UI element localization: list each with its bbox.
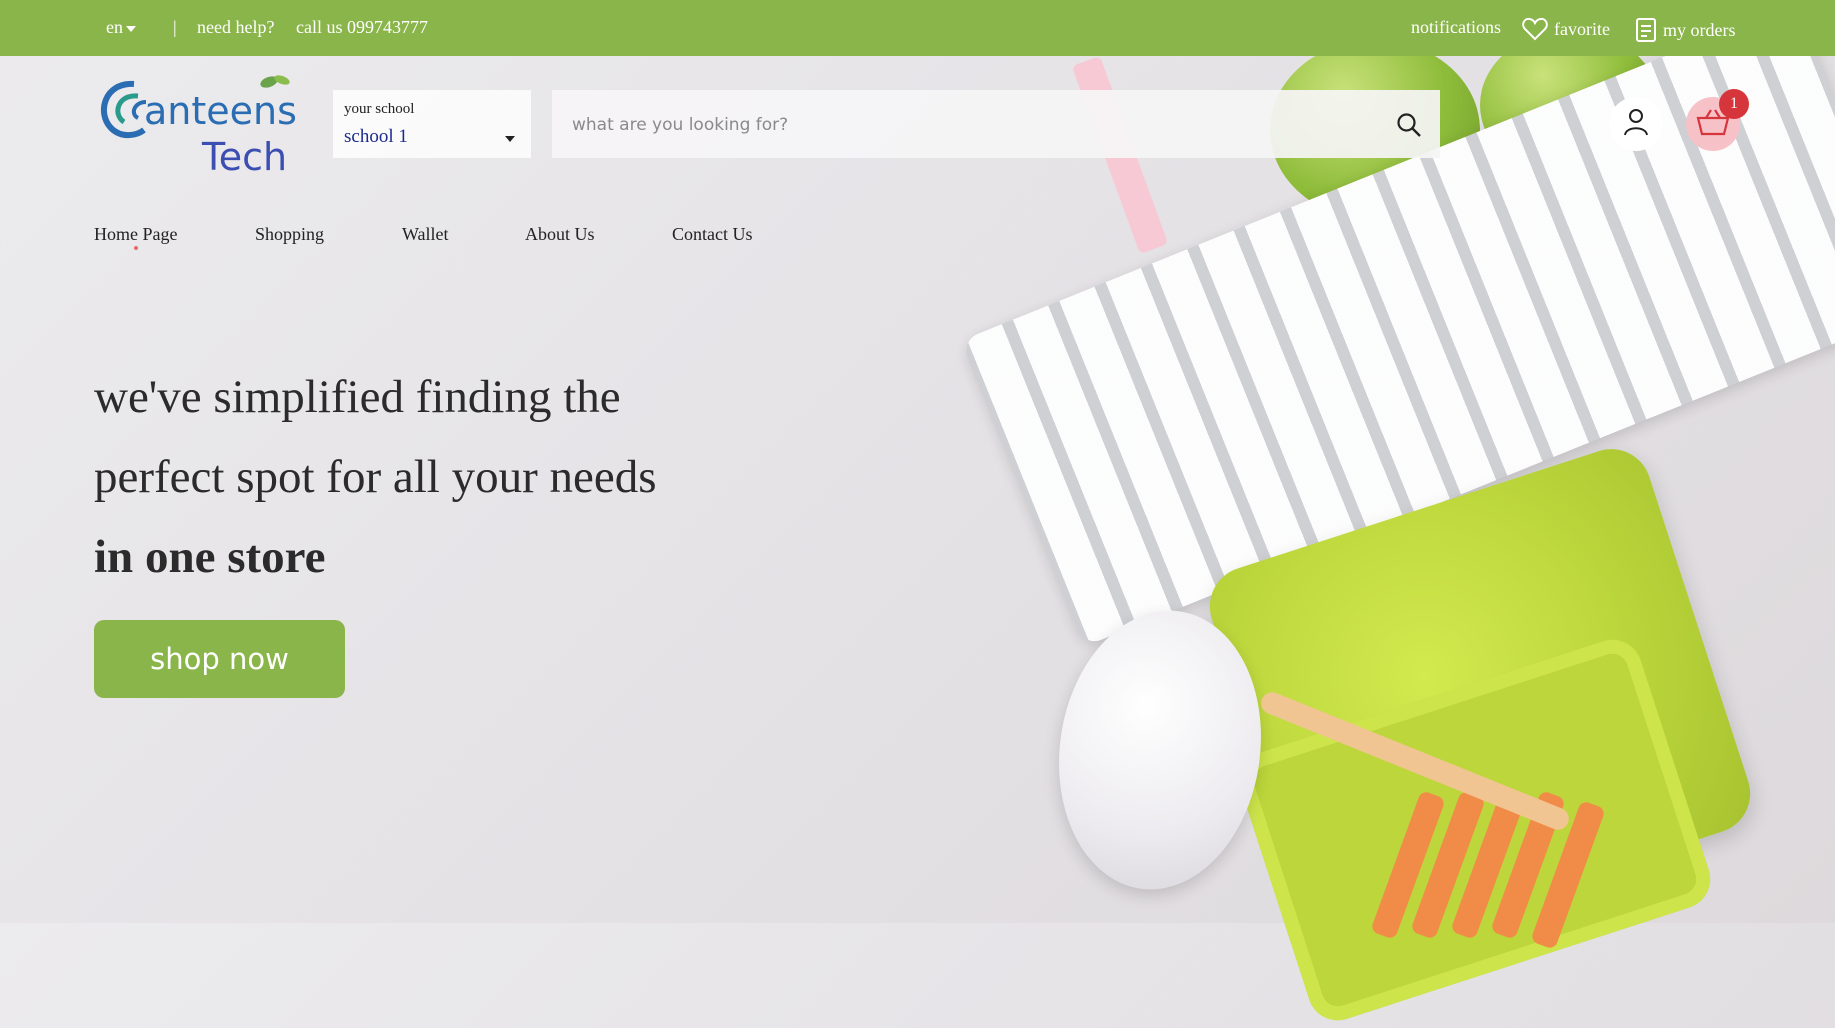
topbar-separator: |	[173, 17, 177, 37]
nav-item-about[interactable]: About Us	[525, 224, 595, 245]
canteens-tech-logo[interactable]: anteens Tech	[94, 74, 309, 179]
caret-down-icon	[505, 136, 515, 142]
search-bar	[552, 90, 1440, 160]
svg-text:Tech: Tech	[201, 135, 287, 178]
caret-down-icon	[126, 25, 136, 32]
favorite-label: favorite	[1554, 18, 1610, 39]
orders-list-icon	[1635, 17, 1657, 43]
account-button[interactable]	[1609, 97, 1663, 151]
language-label: en	[106, 17, 123, 37]
cart-count-badge: 1	[1719, 89, 1749, 119]
nav-item-home[interactable]: Home Page	[94, 224, 177, 245]
help-link[interactable]: need help?	[197, 17, 274, 38]
heart-icon	[1522, 17, 1548, 41]
phone-number[interactable]: call us 099743777	[296, 17, 428, 38]
user-icon	[1623, 108, 1649, 141]
nav-item-contact[interactable]: Contact Us	[672, 224, 753, 245]
svg-text:anteens: anteens	[144, 89, 297, 133]
favorite-link[interactable]: favorite	[1522, 17, 1610, 41]
notifications-label: notifications	[1411, 17, 1501, 37]
notifications-link[interactable]: notifications	[1411, 17, 1501, 38]
hero-heading-line2: perfect spot for all your needs	[94, 451, 657, 503]
school-select-label: your school	[344, 101, 415, 117]
nav-item-shopping[interactable]: Shopping	[255, 224, 324, 245]
my-orders-link[interactable]: my orders	[1635, 17, 1735, 43]
hero-heading-line1: we've simplified finding the	[94, 371, 621, 423]
top-bar: en | need help? call us 099743777 notifi…	[0, 0, 1835, 56]
hero-heading-line3: in one store	[94, 531, 326, 583]
my-orders-label: my orders	[1663, 19, 1736, 40]
language-selector[interactable]: en	[106, 17, 136, 38]
search-icon[interactable]	[1396, 112, 1422, 143]
active-indicator	[134, 246, 138, 250]
shop-now-button[interactable]: shop now	[94, 620, 345, 698]
search-input[interactable]	[570, 90, 1374, 160]
nav-item-wallet[interactable]: Wallet	[402, 224, 449, 245]
school-select[interactable]: your school school 1	[333, 90, 531, 158]
school-select-value: school 1	[344, 126, 408, 147]
